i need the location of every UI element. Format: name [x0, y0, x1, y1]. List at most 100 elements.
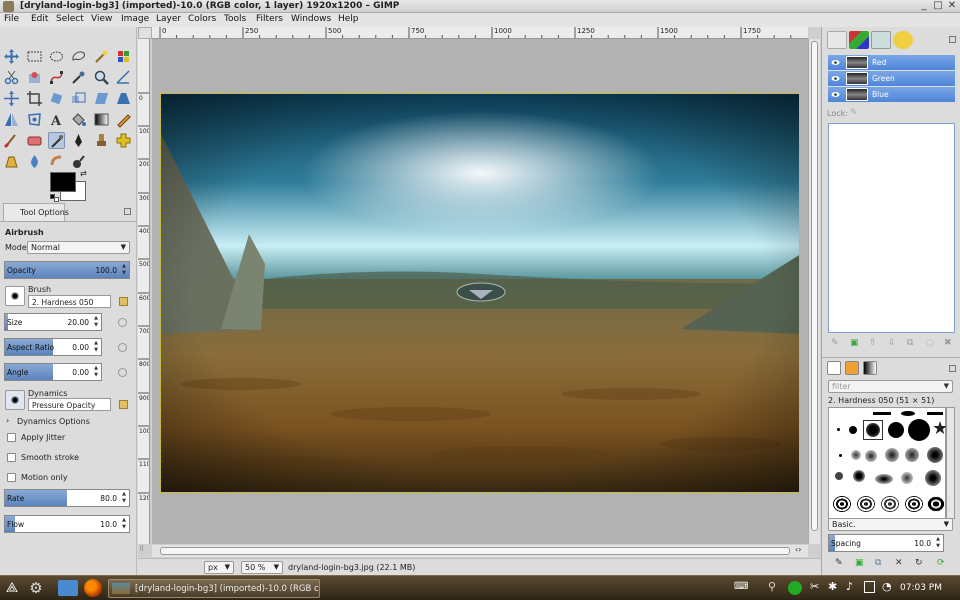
edit-brush-icon[interactable]: ✎	[835, 558, 843, 568]
spacing-slider[interactable]: Spacing 10.0 ▲ ▼	[828, 534, 944, 552]
menu-tools[interactable]: Tools	[224, 14, 246, 24]
gimp-app-icon[interactable]	[3, 1, 14, 12]
brush-item[interactable]	[853, 470, 865, 482]
opacity-slider[interactable]: Opacity 100.0 ▲ ▼	[4, 261, 130, 279]
channel-row-red[interactable]: Red	[828, 55, 955, 70]
dynamics-name-field[interactable]: Pressure Opacity	[28, 398, 111, 411]
menu-colors[interactable]: Colors	[188, 14, 216, 24]
brush-item[interactable]	[901, 472, 913, 484]
edit-channel-icon[interactable]: ✎	[831, 338, 839, 348]
scissors-select-icon[interactable]	[3, 69, 20, 86]
foreground-color-swatch[interactable]	[50, 172, 76, 192]
spin-arrows-icon[interactable]: ▲ ▼	[92, 315, 100, 329]
menu-edit[interactable]: Edit	[31, 14, 48, 24]
clone-tool-icon[interactable]	[93, 132, 110, 149]
brush-item[interactable]	[927, 412, 943, 415]
reset-size-icon[interactable]	[118, 318, 127, 327]
color-picker-icon[interactable]	[70, 69, 87, 86]
tab-tool-options[interactable]: Tool Options	[3, 203, 69, 221]
brush-item[interactable]	[837, 428, 840, 431]
dynamics-preview[interactable]	[5, 390, 25, 410]
aspect-ratio-slider[interactable]: Aspect Ratio 0.00 ▲ ▼	[4, 338, 102, 356]
ink-tool-icon[interactable]	[70, 132, 87, 149]
brush-item[interactable]	[901, 411, 915, 416]
free-select-icon[interactable]	[70, 48, 87, 65]
horizontal-ruler[interactable]: 0 250 500 750 1000 1250 1500 1750	[152, 27, 808, 39]
refresh-brushes-icon[interactable]: ↻	[915, 558, 923, 568]
dock-menu-icon[interactable]	[949, 36, 956, 43]
motion-only-checkbox[interactable]	[7, 473, 16, 482]
navigate-icon[interactable]: ‹›	[795, 545, 801, 554]
firefox-icon[interactable]	[84, 579, 102, 597]
menu-filters[interactable]: Filters	[256, 14, 283, 24]
blend-tool-icon[interactable]	[93, 111, 110, 128]
rate-slider[interactable]: Rate 80.0 ▲ ▼	[4, 489, 130, 507]
settings-gear-icon[interactable]: ⚙	[27, 579, 45, 597]
undo-history-tab-icon[interactable]	[893, 31, 913, 49]
flip-tool-icon[interactable]	[3, 111, 20, 128]
minimize-button[interactable]: _	[918, 1, 930, 12]
text-tool-icon[interactable]: A	[48, 111, 65, 129]
gradients-tab-icon[interactable]	[863, 361, 877, 375]
reset-aspect-icon[interactable]	[118, 343, 127, 352]
menu-view[interactable]: View	[91, 14, 112, 24]
brush-filter-combo[interactable]: filter ▼	[828, 380, 953, 393]
brushes-tab-icon[interactable]	[827, 361, 841, 375]
horizontal-scrollbar[interactable]	[152, 545, 808, 557]
brush-item[interactable]	[908, 419, 930, 441]
foreground-select-icon[interactable]	[26, 69, 43, 86]
vertical-scrollbar[interactable]	[808, 39, 820, 544]
zoom-tool-icon[interactable]	[93, 69, 110, 86]
horizontal-scroll-thumb[interactable]	[160, 547, 790, 555]
channel-row-blue[interactable]: Blue	[828, 87, 955, 102]
move-tool-icon[interactable]	[3, 48, 20, 65]
task-gimp-window[interactable]: [dryland-login-bg3] (imported)-10.0 (RGB…	[108, 579, 320, 598]
raise-channel-icon[interactable]: ⇧	[869, 338, 877, 348]
mode-combo[interactable]: Normal ▼	[27, 241, 130, 254]
open-brush-as-image-icon[interactable]: ⟳	[937, 558, 945, 568]
brush-item[interactable]	[851, 450, 861, 460]
wifi-icon[interactable]: ◔	[882, 580, 892, 593]
battery-icon[interactable]	[864, 581, 875, 593]
brush-item[interactable]	[925, 470, 941, 486]
brush-name-field[interactable]: 2. Hardness 050	[28, 295, 111, 308]
reset-angle-icon[interactable]	[118, 368, 127, 377]
pencil-tool-icon[interactable]	[115, 111, 132, 128]
brush-item[interactable]	[849, 426, 857, 434]
brush-item[interactable]	[873, 412, 891, 415]
vertical-scroll-thumb[interactable]	[811, 41, 818, 531]
airbrush-tool-icon[interactable]	[48, 132, 65, 149]
brush-item[interactable]	[857, 496, 875, 512]
brush-preview[interactable]	[5, 286, 25, 306]
menu-select[interactable]: Select	[56, 14, 84, 24]
keyboard-layout-icon[interactable]: ⌨	[734, 581, 748, 592]
flow-slider[interactable]: Flow 10.0 ▲ ▼	[4, 515, 130, 533]
duplicate-brush-icon[interactable]: ⧉	[875, 558, 881, 568]
apply-jitter-checkbox[interactable]	[7, 433, 16, 442]
menu-layer[interactable]: Layer	[156, 14, 181, 24]
perspective-clone-icon[interactable]	[3, 153, 20, 170]
layers-tab-icon[interactable]	[827, 31, 847, 49]
angle-slider[interactable]: Angle 0.00 ▲ ▼	[4, 363, 102, 381]
network-status-icon[interactable]	[788, 581, 802, 595]
spin-arrows-icon[interactable]: ▲ ▼	[120, 517, 128, 531]
maximize-button[interactable]: □	[932, 1, 944, 12]
tool-options-menu-icon[interactable]	[124, 208, 131, 215]
brush-category-combo[interactable]: Basic. ▼	[828, 518, 953, 531]
spin-arrows-icon[interactable]: ▲ ▼	[120, 491, 128, 505]
crop-tool-icon[interactable]	[26, 90, 43, 107]
perspective-tool-icon[interactable]	[115, 90, 132, 107]
delete-brush-icon[interactable]: ✕	[895, 558, 903, 568]
smudge-tool-icon[interactable]	[48, 153, 65, 170]
new-channel-icon[interactable]: ▣	[850, 338, 859, 348]
quick-mask-corner[interactable]	[138, 27, 152, 39]
brushes-menu-icon[interactable]	[949, 365, 956, 372]
swap-colors-icon[interactable]: ⇄	[80, 169, 87, 178]
brush-item[interactable]	[905, 448, 919, 462]
lower-channel-icon[interactable]: ⇩	[888, 338, 896, 348]
shear-tool-icon[interactable]	[93, 90, 110, 107]
zoom-combo[interactable]: 50 % ▼	[241, 561, 283, 574]
dodge-burn-icon[interactable]	[70, 153, 87, 170]
kde-launcher-icon[interactable]: ⟁	[3, 579, 21, 597]
bluetooth-icon[interactable]: ✱	[828, 580, 837, 593]
